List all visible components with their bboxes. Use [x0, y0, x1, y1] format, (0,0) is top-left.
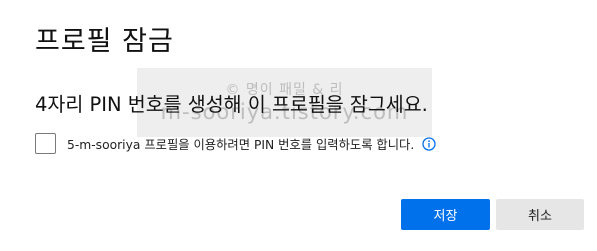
dialog-subtitle: 4자리 PIN 번호를 생성해 이 프로필을 잠그세요.: [35, 93, 428, 116]
info-circle-icon[interactable]: [422, 136, 436, 151]
pin-required-label[interactable]: 5-m-sooriya 프로필을 이용하려면 PIN 번호를 입력하도록 합니다…: [67, 135, 414, 153]
cancel-button[interactable]: 취소: [496, 199, 584, 230]
pin-required-checkbox[interactable]: [35, 133, 56, 154]
profile-lock-dialog: © 명이 패밀 & 리 m-sooriya.tistory.com 프로필 잠금…: [0, 0, 597, 251]
save-button[interactable]: 저장: [401, 199, 490, 230]
dialog-title: 프로필 잠금: [35, 26, 174, 57]
info-circle-icon-svg: [422, 136, 436, 151]
pin-required-row: 5-m-sooriya 프로필을 이용하려면 PIN 번호를 입력하도록 합니다…: [35, 133, 436, 154]
